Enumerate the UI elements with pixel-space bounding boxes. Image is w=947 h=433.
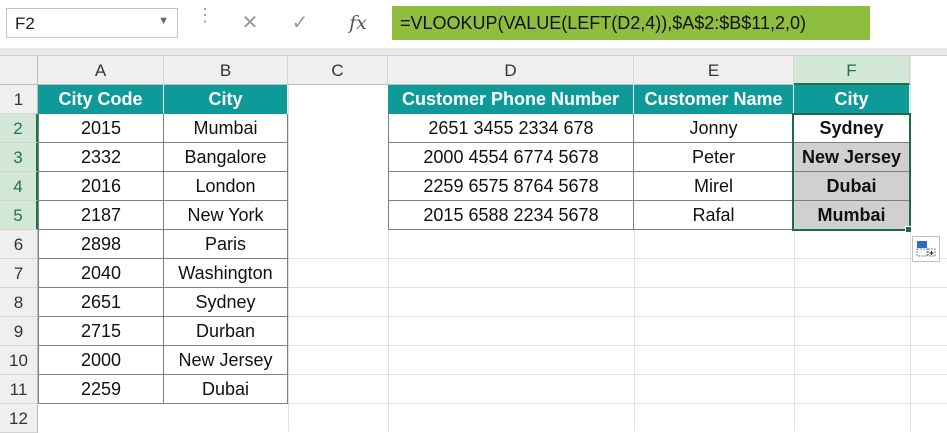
gridline <box>288 258 947 259</box>
cell-a6[interactable]: 2898 <box>38 230 164 259</box>
cancel-icon[interactable]: ✕ <box>230 8 270 38</box>
cell-b6[interactable]: Paris <box>164 230 288 259</box>
cell-e3[interactable]: Peter <box>634 143 794 172</box>
header-city[interactable]: City <box>164 85 288 114</box>
gridline <box>288 287 947 288</box>
cell-d2[interactable]: 2651 3455 2334 678 <box>388 114 634 143</box>
gridline <box>288 316 947 317</box>
cell-a10[interactable]: 2000 <box>38 346 164 375</box>
row-header-7[interactable]: 7 <box>0 259 38 288</box>
row-header-6[interactable]: 6 <box>0 230 38 259</box>
cell-b2[interactable]: Mumbai <box>164 114 288 143</box>
cell-b11[interactable]: Dubai <box>164 375 288 404</box>
cell-b3[interactable]: Bangalore <box>164 143 288 172</box>
cell-b8[interactable]: Sydney <box>164 288 288 317</box>
cell-a11[interactable]: 2259 <box>38 375 164 404</box>
cell-b9[interactable]: Durban <box>164 317 288 346</box>
formula-bar-divider <box>0 48 947 56</box>
chevron-down-icon[interactable]: ▼ <box>158 15 169 27</box>
fill-handle[interactable] <box>905 226 912 233</box>
row-header-3[interactable]: 3 <box>0 143 38 172</box>
cell-b5[interactable]: New York <box>164 201 288 230</box>
row-header-8[interactable]: 8 <box>0 288 38 317</box>
name-box[interactable]: F2 ▼ <box>6 8 178 38</box>
header-city-result[interactable]: City <box>794 85 910 114</box>
cell-d3[interactable]: 2000 4554 6774 5678 <box>388 143 634 172</box>
column-header-e[interactable]: E <box>634 56 794 85</box>
cell-d4[interactable]: 2259 6575 8764 5678 <box>388 172 634 201</box>
column-header-c[interactable]: C <box>288 56 388 85</box>
selection-range <box>792 113 911 231</box>
cell-a9[interactable]: 2715 <box>38 317 164 346</box>
column-header-b[interactable]: B <box>164 56 288 85</box>
cell-a7[interactable]: 2040 <box>38 259 164 288</box>
row-header-1[interactable]: 1 <box>0 85 38 114</box>
quick-analysis-icon[interactable] <box>912 236 940 262</box>
column-header-a[interactable]: A <box>38 56 164 85</box>
insert-function-icon[interactable]: fx <box>338 8 378 38</box>
row-header-4[interactable]: 4 <box>0 172 38 201</box>
select-all-corner[interactable] <box>0 56 38 85</box>
cell-d5[interactable]: 2015 6588 2234 5678 <box>388 201 634 230</box>
cell-e4[interactable]: Mirel <box>634 172 794 201</box>
row-header-12[interactable]: 12 <box>0 404 38 433</box>
cell-a5[interactable]: 2187 <box>38 201 164 230</box>
gridline <box>288 374 947 375</box>
cell-b4[interactable]: London <box>164 172 288 201</box>
cell-e5[interactable]: Rafal <box>634 201 794 230</box>
cell-a4[interactable]: 2016 <box>38 172 164 201</box>
row-header-5[interactable]: 5 <box>0 201 38 230</box>
gridline <box>634 230 635 431</box>
cell-a2[interactable]: 2015 <box>38 114 164 143</box>
row-header-2[interactable]: 2 <box>0 114 38 143</box>
cell-b7[interactable]: Washington <box>164 259 288 288</box>
row-header-11[interactable]: 11 <box>0 375 38 404</box>
more-options-icon: ⋮ <box>196 5 214 25</box>
column-header-d[interactable]: D <box>388 56 634 85</box>
header-customer-phone-number[interactable]: Customer Phone Number <box>388 85 634 114</box>
header-city-code[interactable]: City Code <box>38 85 164 114</box>
name-box-value: F2 <box>15 14 35 33</box>
enter-icon[interactable]: ✓ <box>280 8 320 38</box>
gridline <box>794 230 795 431</box>
column-header-f[interactable]: F <box>794 56 910 85</box>
cell-a8[interactable]: 2651 <box>38 288 164 317</box>
formula-input[interactable]: =VLOOKUP(VALUE(LEFT(D2,4)),$A$2:$B$11,2,… <box>392 6 870 40</box>
row-header-10[interactable]: 10 <box>0 346 38 375</box>
row-header-9[interactable]: 9 <box>0 317 38 346</box>
header-customer-name[interactable]: Customer Name <box>634 85 794 114</box>
gridline <box>288 345 947 346</box>
cell-a3[interactable]: 2332 <box>38 143 164 172</box>
cell-e2[interactable]: Jonny <box>634 114 794 143</box>
cell-b10[interactable]: New Jersey <box>164 346 288 375</box>
